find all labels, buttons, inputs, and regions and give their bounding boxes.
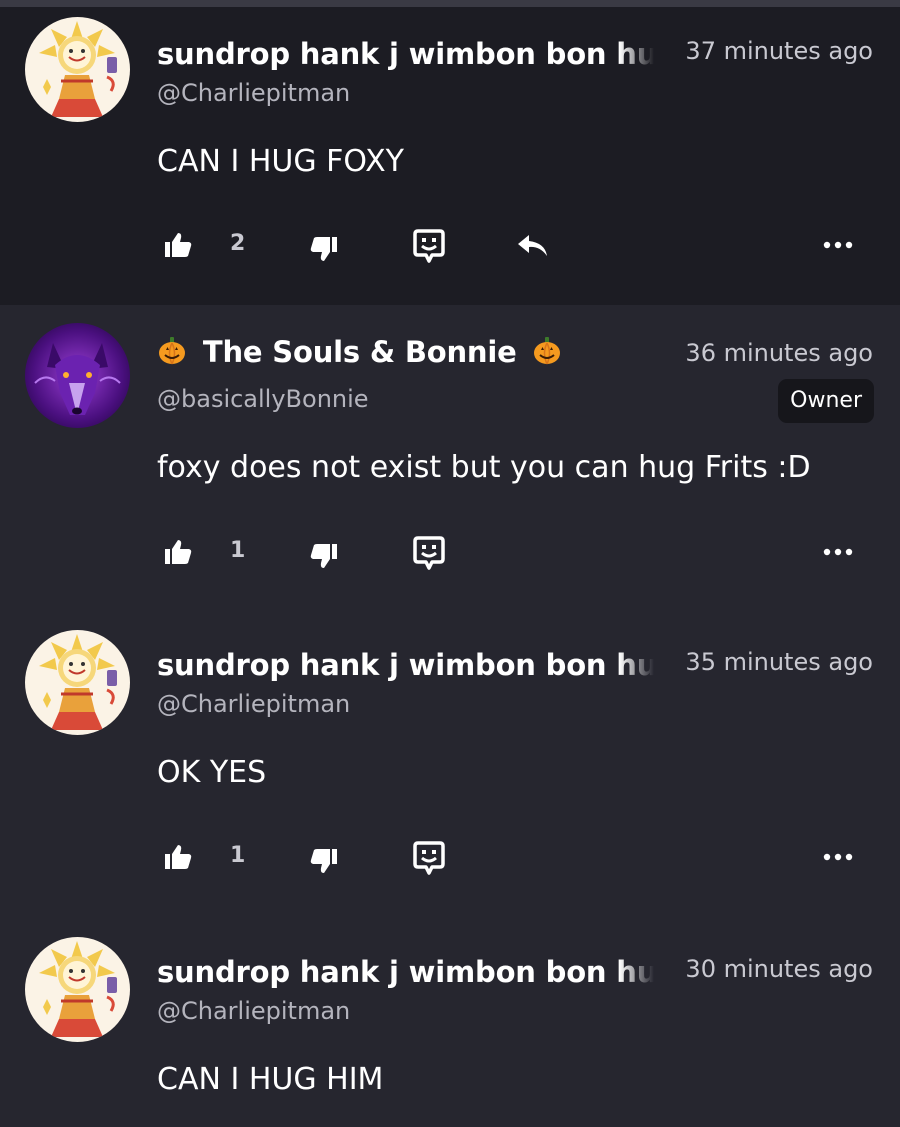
reply-button[interactable] <box>514 231 552 261</box>
award-icon <box>413 229 445 263</box>
pumpkin-emoji <box>159 337 185 365</box>
comment-timestamp: 30 minutes ago <box>685 955 873 983</box>
comment-timestamp: 36 minutes ago <box>685 339 873 367</box>
comment-item: sundrop hank j wimbon bon hug 30 minutes… <box>0 919 900 1127</box>
author-name-text: The Souls & Bonnie <box>202 335 517 369</box>
award-button[interactable] <box>410 534 448 572</box>
award-button[interactable] <box>410 839 448 877</box>
more-options-button[interactable] <box>820 542 856 562</box>
dislike-button[interactable] <box>306 845 342 877</box>
comment-author-handle[interactable]: @Charliepitman <box>157 79 350 107</box>
purple-wolf-image <box>25 323 130 428</box>
comment-author-handle[interactable]: @Charliepitman <box>157 997 350 1025</box>
like-count: 2 <box>230 231 246 256</box>
like-count: 1 <box>230 538 246 563</box>
pumpkin-emoji <box>534 337 561 365</box>
thumbs-up-icon <box>165 845 192 869</box>
more-options-icon <box>823 548 853 556</box>
comment-author-handle[interactable]: @Charliepitman <box>157 690 350 718</box>
comment-author-handle[interactable]: @basicallyBonnie <box>157 385 369 413</box>
sun-character-image <box>25 937 130 1042</box>
like-button[interactable] <box>160 229 196 261</box>
avatar-sundrop[interactable] <box>25 17 130 122</box>
comment-timestamp: 35 minutes ago <box>685 648 873 676</box>
avatar-sundrop[interactable] <box>25 937 130 1042</box>
top-divider <box>0 0 900 7</box>
more-options-button[interactable] <box>820 235 856 255</box>
award-icon <box>413 536 445 570</box>
comment-timestamp: 37 minutes ago <box>685 37 873 65</box>
comment-author-name[interactable]: sundrop hank j wimbon bon hug <box>157 648 654 682</box>
more-options-icon <box>823 241 853 249</box>
comment-item: sundrop hank j wimbon bon hug 35 minutes… <box>0 612 900 919</box>
dislike-button[interactable] <box>306 233 342 265</box>
award-button[interactable] <box>410 227 448 265</box>
avatar-sundrop[interactable] <box>25 630 130 735</box>
thumbs-down-icon <box>310 544 337 568</box>
comment-text: CAN I HUG FOXY <box>157 144 404 179</box>
reply-icon <box>518 235 547 256</box>
comment-item: The Souls & Bonnie 36 minutes ago @basic… <box>0 305 900 612</box>
comment-author-name[interactable]: sundrop hank j wimbon bon hug <box>157 37 654 71</box>
thumbs-down-icon <box>310 849 337 873</box>
more-options-button[interactable] <box>820 847 856 867</box>
sun-character-image <box>25 630 130 735</box>
comment-author-name[interactable]: The Souls & Bonnie <box>157 335 562 369</box>
like-count: 1 <box>230 843 246 868</box>
thumbs-down-icon <box>310 237 337 261</box>
like-button[interactable] <box>160 841 196 873</box>
award-icon <box>413 841 445 875</box>
like-button[interactable] <box>160 536 196 568</box>
comment-text: CAN I HUG HIM <box>157 1062 384 1097</box>
dislike-button[interactable] <box>306 540 342 572</box>
comment-text: foxy does not exist but you can hug Frit… <box>157 450 811 485</box>
comment-item: sundrop hank j wimbon bon hug 37 minutes… <box>0 7 900 305</box>
thumbs-up-icon <box>165 540 192 564</box>
avatar-bonnie[interactable] <box>25 323 130 428</box>
sun-character-image <box>25 17 130 122</box>
comment-text: OK YES <box>157 755 267 790</box>
more-options-icon <box>823 853 853 861</box>
comment-author-name[interactable]: sundrop hank j wimbon bon hug <box>157 955 654 989</box>
thumbs-up-icon <box>165 233 192 257</box>
owner-badge: Owner <box>778 379 874 423</box>
